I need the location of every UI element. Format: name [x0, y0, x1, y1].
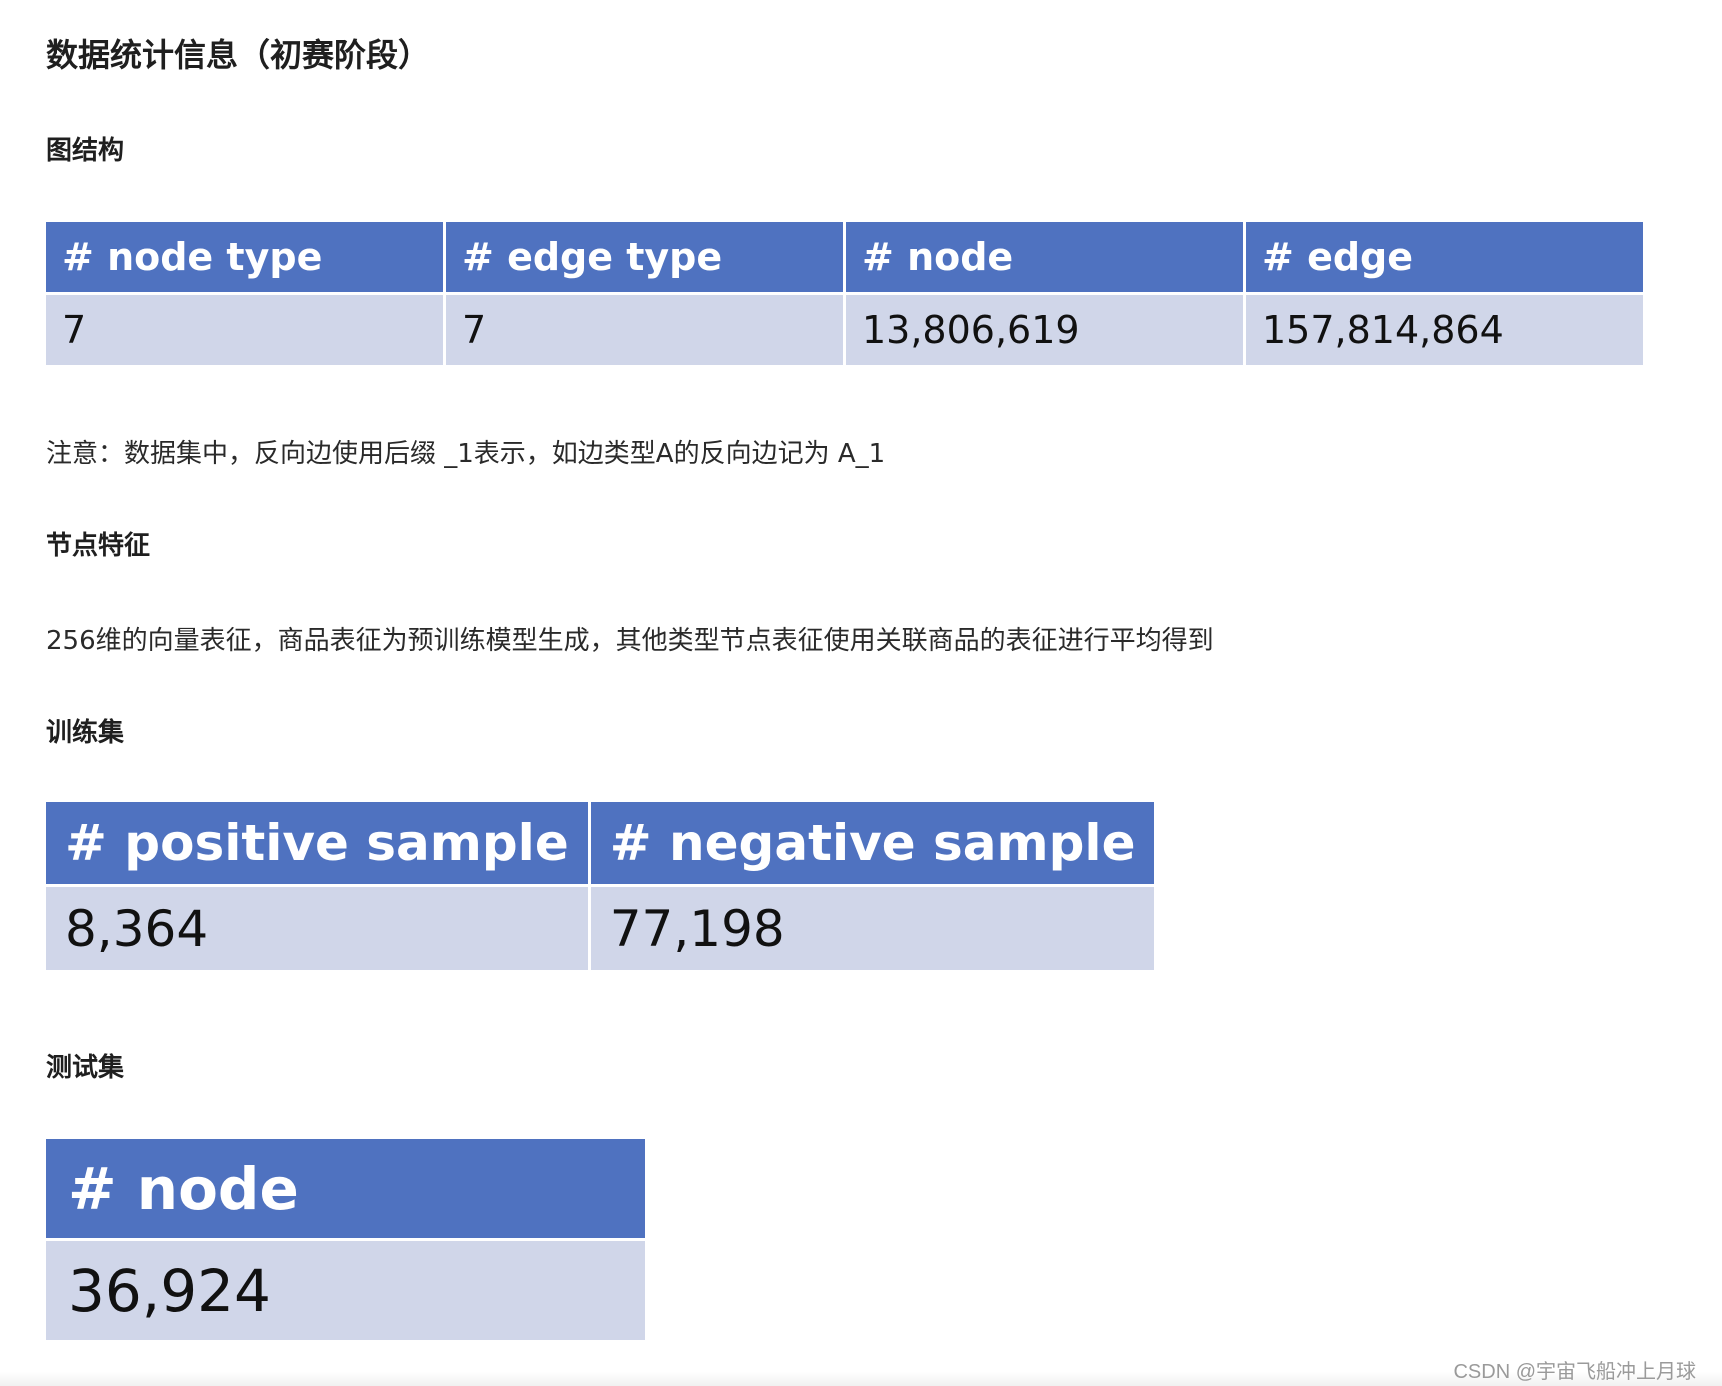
- header-node-type: # node type: [46, 222, 443, 292]
- train-set-table: # positive sample # negative sample 8,36…: [43, 799, 1157, 973]
- cell-node-type: 7: [46, 295, 443, 365]
- header-test-node: # node: [46, 1139, 645, 1238]
- table-row: 7 7 13,806,619 157,814,864: [46, 295, 1643, 365]
- table-row: 36,924: [46, 1241, 645, 1340]
- cell-negative-sample: 77,198: [590, 887, 1155, 970]
- table-header-row: # node: [46, 1139, 645, 1238]
- header-edge: # edge: [1246, 222, 1643, 292]
- csdn-watermark: CSDN @宇宙飞船冲上月球: [1453, 1361, 1696, 1383]
- graph-structure-heading: 图结构: [46, 136, 125, 166]
- table-header-row: # positive sample # negative sample: [46, 802, 1155, 884]
- reverse-edge-note: 注意：数据集中，反向边使用后缀 _1表示，如边类型A的反向边记为 A_1: [46, 439, 886, 469]
- page-title: 数据统计信息（初赛阶段）: [46, 36, 431, 74]
- node-feature-text: 256维的向量表征，商品表征为预训练模型生成，其他类型节点表征使用关联商品的表征…: [46, 626, 1214, 656]
- table-header-row: # node type # edge type # node # edge: [46, 222, 1643, 292]
- header-node: # node: [846, 222, 1243, 292]
- header-edge-type: # edge type: [446, 222, 843, 292]
- graph-structure-table: # node type # edge type # node # edge 7 …: [43, 219, 1646, 368]
- table-row: 8,364 77,198: [46, 887, 1155, 970]
- test-set-heading: 测试集: [46, 1053, 125, 1083]
- cell-node: 13,806,619: [846, 295, 1243, 365]
- cell-positive-sample: 8,364: [46, 887, 588, 970]
- header-negative-sample: # negative sample: [590, 802, 1155, 884]
- cell-test-node: 36,924: [46, 1241, 645, 1340]
- cell-edge: 157,814,864: [1246, 295, 1643, 365]
- node-feature-heading: 节点特征: [46, 531, 151, 561]
- header-positive-sample: # positive sample: [46, 802, 588, 884]
- test-set-table: # node 36,924: [43, 1136, 648, 1343]
- cell-edge-type: 7: [446, 295, 843, 365]
- train-set-heading: 训练集: [46, 718, 125, 748]
